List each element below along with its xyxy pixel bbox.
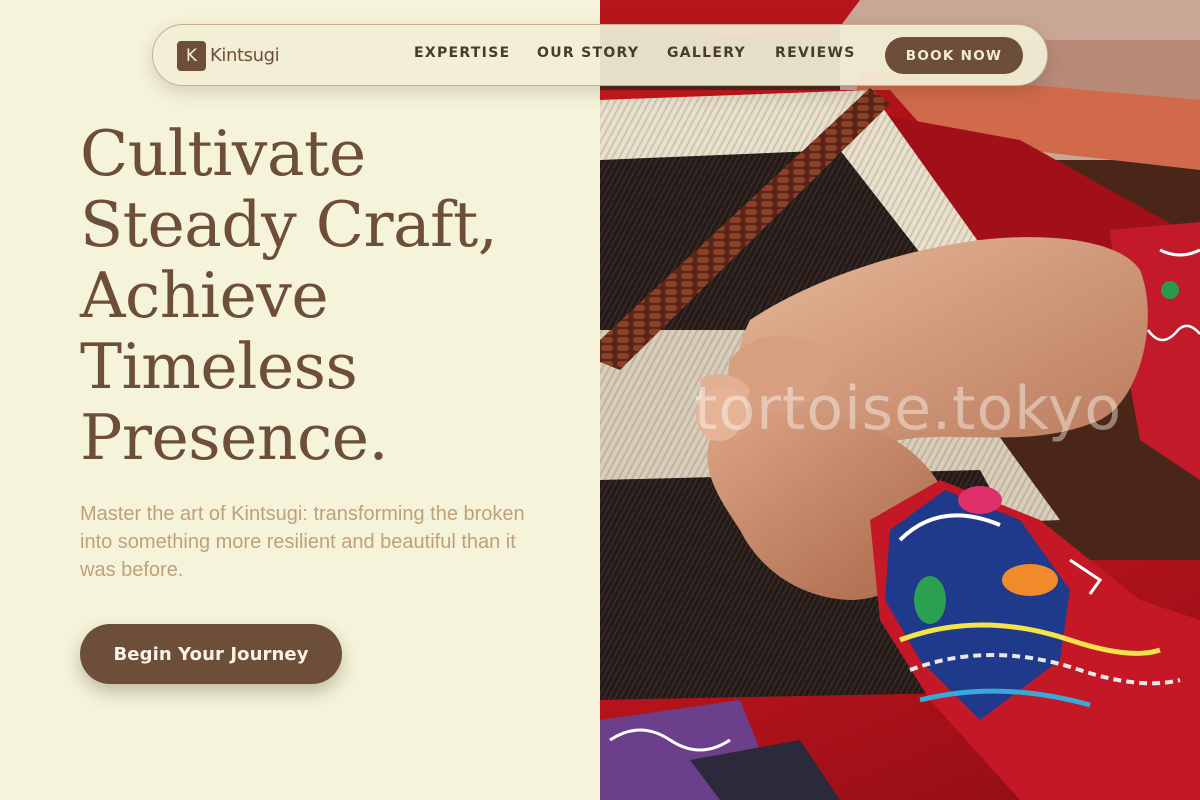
hero-heading-line: Presence. (80, 401, 389, 474)
hero-heading: Cultivate Steady Craft, Achieve Timeless… (80, 118, 580, 473)
nav-link-reviews[interactable]: REVIEWS (775, 45, 856, 61)
nav-link-expertise[interactable]: EXPERTISE (414, 45, 510, 61)
brand-mark-icon: K (177, 40, 206, 71)
hero-heading-line: Cultivate (80, 117, 366, 190)
begin-journey-button[interactable]: Begin Your Journey (80, 624, 342, 684)
nav-link-our-story[interactable]: OUR STORY (537, 45, 639, 61)
hero-heading-line: Achieve (80, 259, 329, 332)
hero-heading-line: Steady Craft, (80, 188, 498, 261)
nav-link-gallery[interactable]: GALLERY (667, 45, 746, 61)
photo-watermark: tortoise.tokyo (694, 374, 1123, 444)
hero-photo: tortoise.tokyo (600, 0, 1200, 800)
brand-logo[interactable]: K Kintsugi (177, 40, 280, 71)
top-navbar: K Kintsugi EXPERTISE OUR STORY GALLERY R… (152, 24, 1048, 86)
hero-heading-line: Timeless (80, 330, 358, 403)
brand-name: Kintsugi (210, 45, 280, 66)
hero-subtext: Master the art of Kintsugi: transforming… (80, 503, 525, 581)
book-now-button[interactable]: BOOK NOW (885, 37, 1023, 74)
hero-section: Cultivate Steady Craft, Achieve Timeless… (0, 0, 600, 800)
